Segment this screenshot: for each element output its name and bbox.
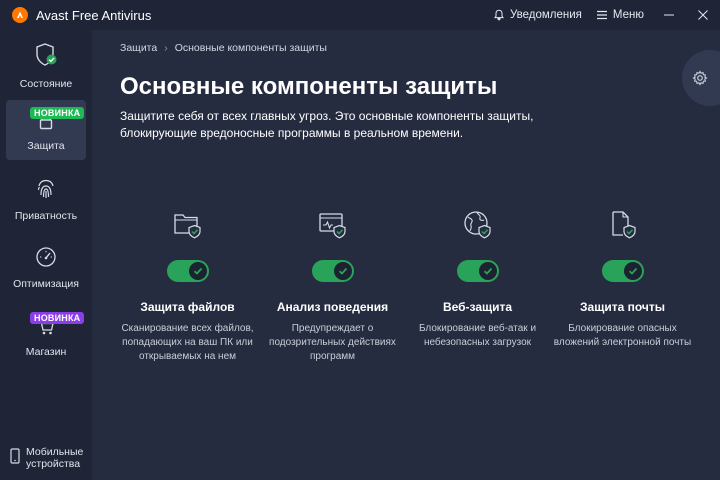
page-title: Основные компоненты защиты: [120, 73, 498, 100]
fingerprint-icon: [36, 178, 56, 203]
toggle-knob: [333, 262, 352, 280]
sidebar-item-store[interactable]: НОВИНКА Магазин: [6, 306, 86, 366]
sidebar-item-label: Магазин: [25, 346, 67, 358]
menu-button[interactable]: Меню: [596, 9, 644, 21]
main-content: Защита › Основные компоненты защиты Осно…: [92, 30, 720, 480]
component-card-web-shield: Веб-защита Блокирование веб-атак и небез…: [405, 200, 550, 350]
component-description: Блокирование веб-атак и небезопасных заг…: [418, 323, 537, 348]
sidebar-item-label: Оптимизация: [13, 278, 79, 290]
globe-shield-icon: [462, 200, 494, 240]
app-title: Avast Free Antivirus: [36, 7, 152, 23]
component-title: Защита почты: [580, 300, 665, 314]
toggle-knob: [188, 262, 207, 280]
page-description: Защитите себя от всех главных угроз. Это…: [120, 109, 534, 140]
component-title: Веб-защита: [442, 300, 513, 314]
sidebar-item-label: Защита: [27, 140, 65, 152]
notifications-button[interactable]: Уведомления: [493, 9, 582, 21]
component-description: Предупреждает о подозрительных действиях…: [269, 323, 396, 362]
checkmark-icon: [483, 267, 492, 275]
web-shield-toggle[interactable]: [456, 260, 499, 282]
monitor-shield-icon: [317, 200, 349, 240]
folder-shield-icon: [172, 200, 204, 240]
speedometer-icon: [35, 246, 57, 271]
gear-icon: [692, 70, 708, 86]
menu-label: Меню: [612, 9, 644, 21]
sidebar-item-status[interactable]: Состояние: [6, 38, 86, 98]
component-title: Защита файлов: [140, 300, 235, 314]
mail-shield-icon: [607, 200, 639, 240]
sidebar-item-label: Состояние: [19, 78, 73, 90]
shield-check-icon: [34, 42, 58, 71]
file-shield-toggle[interactable]: [166, 260, 209, 282]
sidebar-item-protection[interactable]: НОВИНКА Защита: [6, 100, 86, 160]
title-bar: Avast Free Antivirus Уведомления Меню: [0, 0, 720, 30]
minimize-icon: [664, 14, 674, 16]
toggle-knob: [478, 262, 497, 280]
close-icon: [698, 10, 708, 20]
settings-button[interactable]: [682, 50, 720, 106]
mobile-label-line1: Мобильные: [26, 446, 84, 458]
new-badge: НОВИНКА: [30, 312, 85, 324]
checkmark-icon: [338, 267, 347, 275]
component-card-file-shield: Защита файлов Сканирование всех файлов, …: [115, 200, 260, 364]
mobile-label-line2: устройства: [26, 458, 81, 470]
breadcrumb-root-link[interactable]: Защита: [120, 42, 157, 54]
breadcrumb-separator: ›: [164, 42, 168, 54]
breadcrumb: Защита › Основные компоненты защиты: [120, 42, 327, 54]
close-button[interactable]: [686, 0, 720, 30]
checkmark-icon: [193, 267, 202, 275]
mobile-devices-link[interactable]: Мобильные устройства: [10, 446, 83, 470]
bell-icon: [494, 9, 504, 21]
notifications-label: Уведомления: [510, 9, 582, 21]
sidebar-item-optimization[interactable]: Оптимизация: [6, 238, 86, 298]
breadcrumb-current: Основные компоненты защиты: [174, 42, 327, 54]
sidebar-item-label: Приватность: [14, 210, 78, 222]
avast-logo-icon: [12, 7, 28, 23]
checkmark-icon: [628, 267, 637, 275]
mail-shield-toggle[interactable]: [601, 260, 644, 282]
minimize-button[interactable]: [652, 0, 686, 30]
behavior-shield-toggle[interactable]: [311, 260, 354, 282]
sidebar: Состояние НОВИНКА Защита Приватность Опт…: [0, 30, 92, 480]
component-description: Блокирование опасных вложений электронно…: [553, 323, 692, 348]
new-badge: НОВИНКА: [30, 107, 85, 119]
component-card-behavior-shield: Анализ поведения Предупреждает о подозри…: [260, 200, 405, 364]
component-description: Сканирование всех файлов, попадающих на …: [121, 323, 254, 362]
sidebar-item-privacy[interactable]: Приватность: [6, 170, 86, 230]
phone-icon: [10, 448, 20, 464]
component-card-mail-shield: Защита почты Блокирование опасных вложен…: [550, 200, 695, 350]
hamburger-icon: [596, 10, 607, 20]
component-title: Анализ поведения: [276, 300, 389, 314]
toggle-knob: [623, 262, 642, 280]
